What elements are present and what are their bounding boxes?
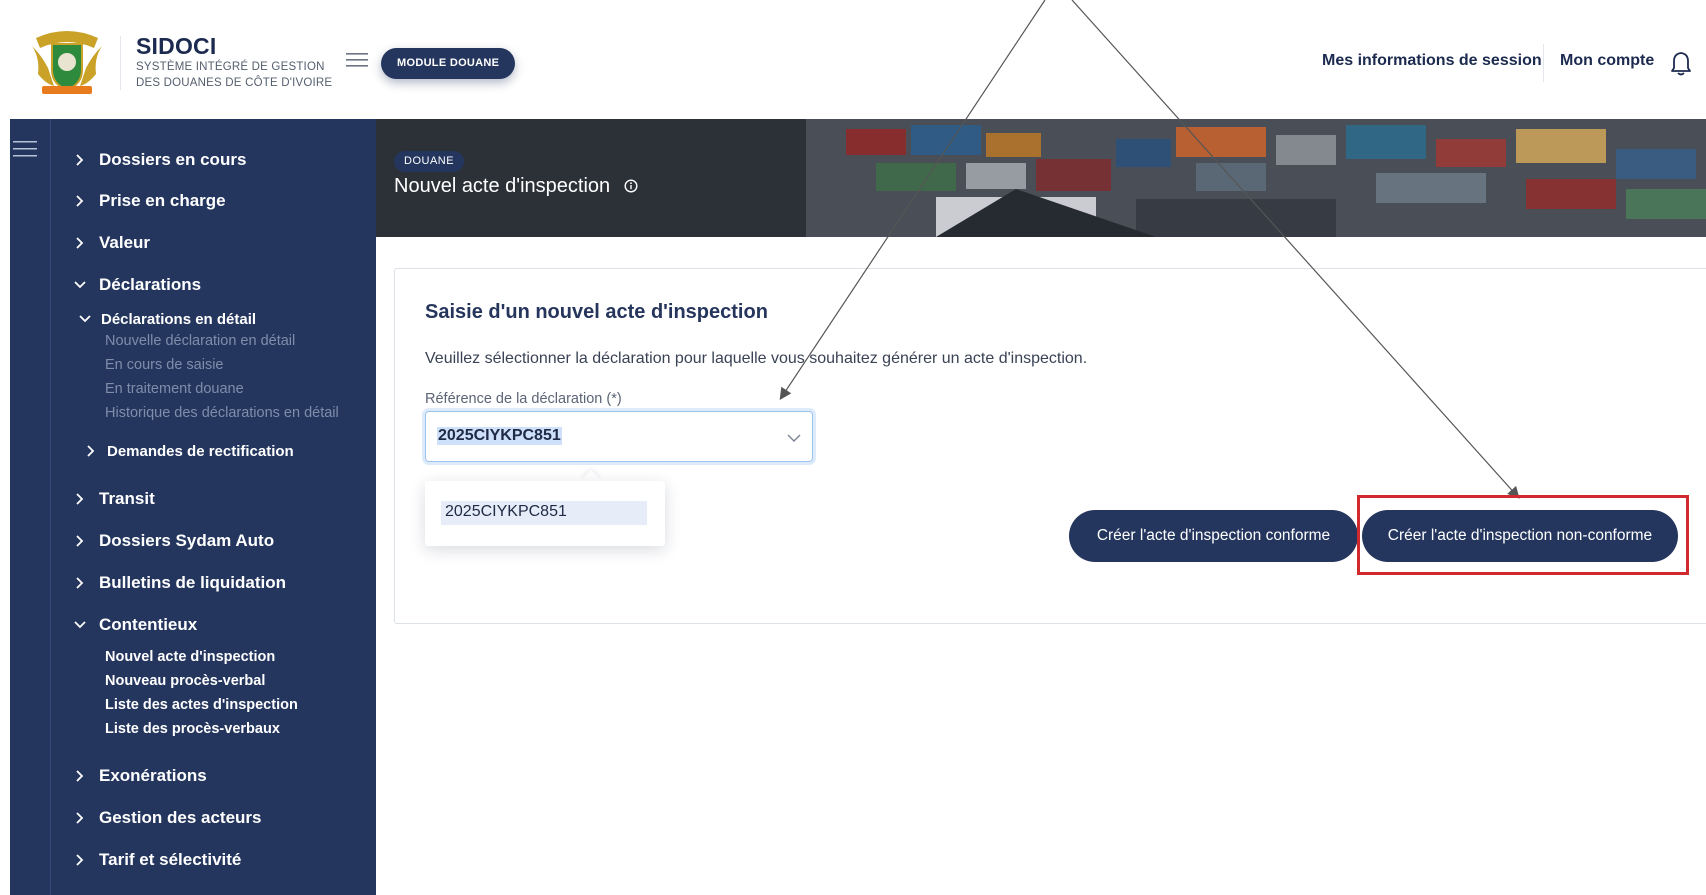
chevron-down-icon bbox=[74, 281, 86, 289]
sidebar-leaf-nouvelle-declaration[interactable]: Nouvelle déclaration en détail bbox=[105, 333, 295, 349]
chevron-right-icon bbox=[76, 535, 84, 547]
brand-title: SIDOCI bbox=[136, 33, 217, 59]
sidebar-subgroup-label: Demandes de rectification bbox=[107, 442, 294, 460]
bell-icon[interactable] bbox=[1669, 50, 1693, 76]
sidebar-leaf-liste-actes-inspection[interactable]: Liste des actes d'inspection bbox=[105, 697, 298, 713]
sidebar-item-label: Contentieux bbox=[99, 615, 198, 634]
sidebar-item-gestion-acteurs[interactable]: Gestion des acteurs bbox=[73, 806, 262, 830]
chevron-down-icon bbox=[74, 621, 86, 629]
brand-subtitle-line1: SYSTÈME INTÉGRÉ DE GESTION bbox=[136, 61, 325, 73]
sidebar-leaf-en-traitement-douane[interactable]: En traitement douane bbox=[105, 381, 244, 397]
sidebar-item-label: Exonérations bbox=[99, 766, 207, 785]
chevron-right-icon bbox=[76, 854, 84, 866]
sidebar-subgroup-demandes-rectification[interactable]: Demandes de rectification bbox=[85, 440, 294, 462]
chevron-right-icon bbox=[76, 195, 84, 207]
chevron-down-icon bbox=[79, 315, 91, 323]
sidebar-item-dossiers-en-cours[interactable]: Dossiers en cours bbox=[73, 148, 246, 172]
page-banner: DOUANE Nouvel acte d'inspection bbox=[376, 119, 1706, 237]
sidebar-item-valeur[interactable]: Valeur bbox=[73, 231, 150, 255]
module-douane-button[interactable]: MODULE DOUANE bbox=[381, 48, 516, 79]
sidebar-leaf-nouveau-proces-verbal[interactable]: Nouveau procès-verbal bbox=[105, 673, 265, 689]
form-title: Saisie d'un nouvel acte d'inspection bbox=[425, 301, 768, 323]
sidebar-item-label: Tarif et sélectivité bbox=[99, 850, 242, 869]
chevron-right-icon bbox=[76, 770, 84, 782]
chevron-right-icon bbox=[76, 577, 84, 589]
info-icon[interactable] bbox=[624, 179, 638, 193]
hamburger-menu-icon[interactable] bbox=[346, 53, 368, 67]
chevron-right-icon bbox=[76, 154, 84, 166]
inspection-form-card: Saisie d'un nouvel acte d'inspection Veu… bbox=[394, 268, 1706, 624]
sidebar-leaf-nouvel-acte-inspection[interactable]: Nouvel acte d'inspection bbox=[105, 649, 275, 665]
sidebar-item-label: Dossiers en cours bbox=[99, 150, 247, 169]
sidebar-leaf-liste-proces-verbaux[interactable]: Liste des procès-verbaux bbox=[105, 721, 280, 737]
form-description: Veuillez sélectionner la déclaration pou… bbox=[425, 350, 1088, 367]
chevron-down-icon bbox=[787, 434, 801, 442]
app-header: SIDOCI SYSTÈME INTÉGRÉ DE GESTION DES DO… bbox=[0, 0, 1706, 119]
sidebar-item-label: Valeur bbox=[99, 233, 151, 252]
sidebar-item-label: Gestion des acteurs bbox=[99, 808, 262, 827]
sidebar-leaf-en-cours-de-saisie[interactable]: En cours de saisie bbox=[105, 357, 223, 373]
create-conforming-inspection-button[interactable]: Créer l'acte d'inspection conforme bbox=[1069, 510, 1358, 562]
dropdown-option-label: 2025CIYKPC851 bbox=[445, 503, 567, 520]
chevron-right-icon bbox=[76, 493, 84, 505]
sidebar-toggle-icon[interactable] bbox=[13, 141, 37, 157]
sidebar-item-exonerations[interactable]: Exonérations bbox=[73, 764, 207, 788]
sidebar-item-bulletins-liquidation[interactable]: Bulletins de liquidation bbox=[73, 571, 286, 595]
sidebar-item-label: Dossiers Sydam Auto bbox=[99, 531, 275, 550]
brand-divider bbox=[120, 36, 121, 90]
brand-subtitle-line2: DES DOUANES DE CÔTE D'IVOIRE bbox=[136, 77, 333, 89]
sidebar-item-declarations[interactable]: Déclarations bbox=[73, 273, 201, 297]
sidebar-item-dossiers-sydam-auto[interactable]: Dossiers Sydam Auto bbox=[73, 529, 274, 553]
sidebar-item-label: Transit bbox=[99, 489, 155, 508]
sidebar-rail bbox=[10, 119, 51, 895]
my-account-link[interactable]: Mon compte bbox=[1560, 52, 1654, 70]
banner-tag: DOUANE bbox=[394, 151, 465, 172]
coat-of-arms-logo bbox=[32, 31, 102, 94]
sidebar-item-transit[interactable]: Transit bbox=[73, 487, 155, 511]
create-non-conforming-inspection-button[interactable]: Créer l'acte d'inspection non-conforme bbox=[1362, 510, 1678, 562]
page-title: Nouvel acte d'inspection bbox=[394, 175, 638, 198]
header-separator bbox=[1543, 44, 1544, 82]
page-title-text: Nouvel acte d'inspection bbox=[394, 175, 611, 197]
sidebar-item-tarif-selectivite[interactable]: Tarif et sélectivité bbox=[73, 848, 241, 872]
sidebar-leaf-historique-declarations[interactable]: Historique des déclarations en détail bbox=[105, 405, 339, 421]
declaration-reference-label: Référence de la déclaration (*) bbox=[425, 391, 622, 407]
declaration-reference-select[interactable]: 2025CIYKPC851 bbox=[425, 411, 813, 462]
chevron-right-icon bbox=[76, 812, 84, 824]
select-current-value: 2025CIYKPC851 bbox=[437, 427, 562, 445]
chevron-right-icon bbox=[76, 237, 84, 249]
dropdown-option[interactable]: 2025CIYKPC851 bbox=[441, 501, 647, 525]
sidebar-item-label: Bulletins de liquidation bbox=[99, 573, 286, 592]
sidebar-item-label: Prise en charge bbox=[99, 191, 226, 210]
sidebar-item-contentieux[interactable]: Contentieux bbox=[73, 613, 197, 637]
sidebar-item-label: Déclarations bbox=[99, 275, 202, 294]
sidebar-item-prise-en-charge[interactable]: Prise en charge bbox=[73, 189, 226, 213]
sidebar-nav: Dossiers en cours Prise en charge Valeur… bbox=[51, 119, 376, 895]
sidebar-subgroup-declarations-en-detail[interactable]: Déclarations en détail bbox=[79, 308, 256, 330]
sidebar-subgroup-label: Déclarations en détail bbox=[101, 310, 257, 328]
chevron-right-icon bbox=[87, 445, 95, 457]
session-info-link[interactable]: Mes informations de session bbox=[1322, 52, 1542, 70]
declaration-dropdown-list: 2025CIYKPC851 bbox=[425, 481, 665, 546]
